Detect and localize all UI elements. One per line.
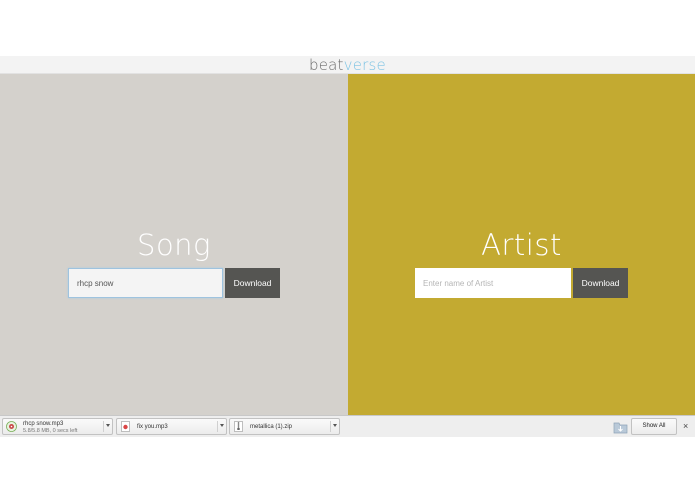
download-name: rhcp snow.mp3 (23, 421, 64, 427)
artist-panel: Artist Download (348, 74, 695, 415)
audio-file-icon (6, 421, 17, 432)
downloads-folder-icon (613, 422, 628, 434)
site-logo[interactable]: beatverse (309, 56, 386, 74)
song-title: Song (137, 228, 211, 262)
close-icon[interactable]: × (683, 419, 688, 433)
song-search-input[interactable] (68, 268, 223, 298)
download-item[interactable]: metallica (1).zip (229, 418, 340, 435)
song-download-button[interactable]: Download (225, 268, 280, 298)
chevron-down-icon[interactable] (333, 424, 337, 427)
artist-search-input[interactable] (415, 268, 571, 298)
divider (330, 421, 331, 432)
download-name: metallica (1).zip (250, 424, 293, 430)
divider (217, 421, 218, 432)
site-header: beatverse (0, 56, 695, 74)
download-status: 5.8/5.8 MB, 0 secs left (23, 428, 78, 434)
audio-file-icon (121, 421, 130, 432)
downloads-bar: rhcp snow.mp3 5.8/5.8 MB, 0 secs left fi… (0, 415, 695, 437)
download-name: fix you.mp3 (137, 424, 168, 430)
zip-file-icon (234, 421, 243, 432)
download-item[interactable]: rhcp snow.mp3 5.8/5.8 MB, 0 secs left (2, 418, 113, 435)
chevron-down-icon[interactable] (106, 424, 110, 427)
artist-download-button[interactable]: Download (573, 268, 628, 298)
artist-title: Artist (481, 228, 562, 262)
show-all-button[interactable]: Show All (631, 418, 677, 435)
song-form: Download (68, 268, 280, 298)
artist-form: Download (415, 268, 628, 298)
chevron-down-icon[interactable] (220, 424, 224, 427)
divider (103, 421, 104, 432)
download-item[interactable]: fix you.mp3 (116, 418, 227, 435)
song-panel: Song Download (0, 74, 348, 415)
